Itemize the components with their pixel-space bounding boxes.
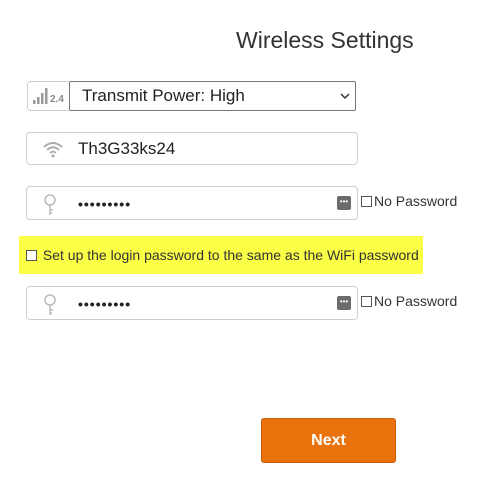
- login-password-value: •••••••••: [78, 296, 132, 312]
- key-icon: [44, 294, 56, 315]
- transmit-power-value: Transmit Power: High: [82, 86, 245, 105]
- next-button[interactable]: Next: [261, 418, 396, 463]
- band-label: 2.4: [50, 94, 64, 105]
- reveal-password-icon[interactable]: •••: [337, 196, 351, 210]
- transmit-power-select[interactable]: Transmit Power: High: [69, 81, 356, 111]
- sync-password-label: Set up the login password to the same as…: [42, 247, 419, 263]
- wifi-password-value: •••••••••: [78, 196, 132, 212]
- ssid-field[interactable]: Th3G33ks24: [26, 132, 358, 165]
- transmit-power-icon-box: 2.4: [27, 81, 69, 111]
- wifi-icon: [43, 142, 63, 158]
- key-icon: [44, 194, 56, 215]
- wifi-no-password-checkbox[interactable]: [361, 196, 372, 207]
- sync-password-highlight: Set up the login password to the same as…: [19, 236, 423, 274]
- sync-password-option[interactable]: Set up the login password to the same as…: [26, 247, 419, 263]
- login-password-field[interactable]: ••••••••• •••: [26, 286, 358, 320]
- page-title: Wireless Settings: [236, 27, 414, 53]
- login-no-password-option[interactable]: No Password: [361, 293, 457, 309]
- wifi-no-password-option[interactable]: No Password: [361, 193, 457, 209]
- reveal-password-icon[interactable]: •••: [337, 296, 351, 310]
- login-no-password-checkbox[interactable]: [361, 296, 372, 307]
- wifi-password-field[interactable]: ••••••••• •••: [26, 186, 358, 220]
- login-no-password-label: No Password: [374, 293, 458, 309]
- wifi-no-password-label: No Password: [374, 193, 458, 209]
- sync-password-checkbox[interactable]: [26, 250, 37, 261]
- chevron-down-icon: [340, 93, 350, 100]
- ssid-value: Th3G33ks24: [78, 139, 176, 158]
